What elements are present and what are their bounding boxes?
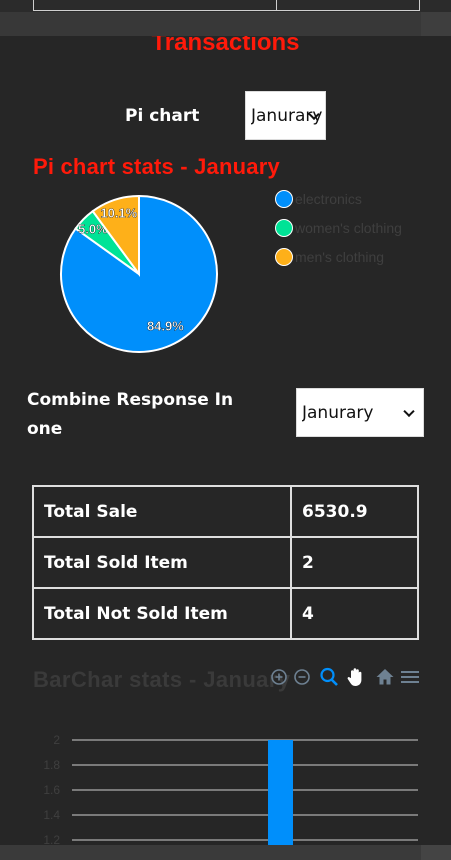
- table-border: [33, 10, 420, 11]
- pie-month-select[interactable]: Janurary: [245, 91, 326, 140]
- legend-marker: [275, 247, 293, 266]
- y-tick-label: 1.4: [43, 808, 60, 822]
- magnifier-icon[interactable]: [318, 665, 340, 689]
- pie-data-label: 84.9%: [147, 318, 184, 333]
- table-row: Total Sale 6530.9: [32, 485, 419, 538]
- chevron-down-icon: [403, 405, 415, 417]
- y-tick-label: 1.8: [43, 758, 60, 772]
- legend-label: women's clothing: [295, 219, 402, 236]
- stat-label: Total Sold Item: [32, 536, 292, 589]
- pan-hand-icon[interactable]: [345, 665, 367, 689]
- horizontal-scrollbar-bottom[interactable]: [0, 845, 451, 860]
- horizontal-scrollbar-top[interactable]: [0, 12, 451, 36]
- scrollbar-corner: [421, 845, 451, 860]
- y-tick-label: 2: [53, 733, 60, 747]
- legend-item[interactable]: women's clothing: [275, 213, 402, 242]
- stat-value: 2: [290, 536, 419, 589]
- legend-item[interactable]: men's clothing: [275, 242, 402, 271]
- y-tick-label: 1.6: [43, 783, 60, 797]
- combine-month-select[interactable]: Janurary: [296, 388, 424, 437]
- stat-label: Total Sale: [32, 485, 292, 538]
- legend-marker: [275, 218, 293, 237]
- legend-label: men's clothing: [295, 248, 385, 265]
- table-row: Total Sold Item 2: [32, 536, 419, 589]
- combine-month-select-value: Janurary: [302, 402, 374, 423]
- table-row: Total Not Sold Item 4: [32, 587, 419, 640]
- stat-label: Total Not Sold Item: [32, 587, 292, 640]
- bar-chart: 2 1.8 1.6 1.4 1.2: [43, 733, 418, 845]
- zoom-in-icon[interactable]: [268, 665, 290, 689]
- stats-table: Total Sale 6530.9 Total Sold Item 2 Tota…: [32, 485, 419, 640]
- stat-value: 4: [290, 587, 419, 640]
- legend-marker: [275, 189, 293, 208]
- scrollbar-corner: [421, 12, 451, 36]
- bar-chart-title: BarChar stats - January: [33, 667, 291, 692]
- pie-legend: electronics women's clothing men's clothin…: [275, 184, 402, 271]
- combine-select-label: Combine Response In one: [27, 390, 234, 439]
- menu-icon[interactable]: [399, 665, 421, 689]
- bar[interactable]: [268, 740, 293, 845]
- pie-chart: 84.9%5.0%10.1%: [60, 194, 218, 353]
- stat-value: 6530.9: [290, 485, 419, 538]
- pie-data-label: 10.1%: [100, 206, 137, 221]
- y-tick-label: 1.2: [43, 833, 60, 845]
- legend-item[interactable]: electronics: [275, 184, 402, 213]
- home-icon[interactable]: [374, 665, 396, 689]
- table-fragment-top: [0, 0, 451, 12]
- zoom-out-icon[interactable]: [291, 665, 313, 689]
- pie-chart-title: Pi chart stats - January: [33, 154, 280, 179]
- legend-label: electronics: [295, 190, 362, 207]
- pie-select-label: Pi chart: [125, 106, 200, 126]
